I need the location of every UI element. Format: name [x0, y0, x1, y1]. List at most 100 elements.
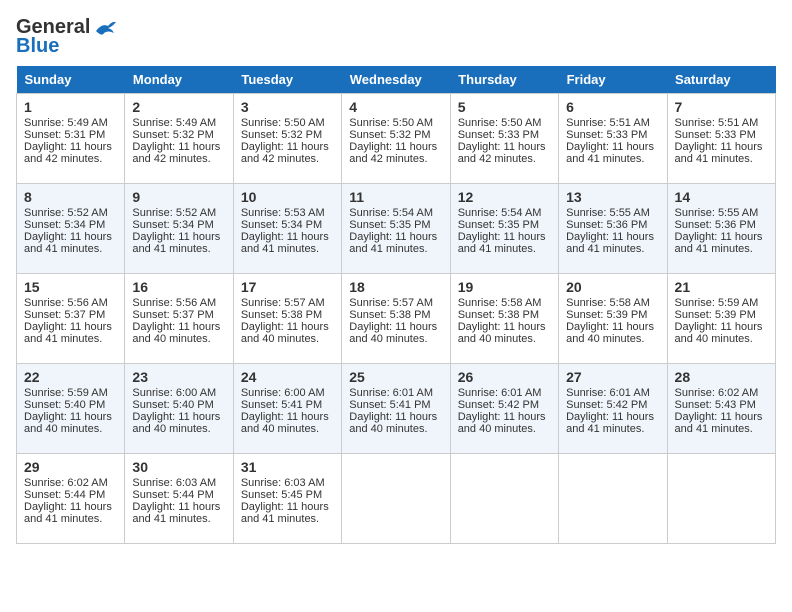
sunrise-text: Sunrise: 5:56 AM: [24, 297, 108, 309]
sunset-text: Sunset: 5:35 PM: [458, 219, 539, 231]
daylight-text: Daylight: 11 hours and 41 minutes.: [566, 141, 654, 165]
daylight-text: Daylight: 11 hours and 41 minutes.: [24, 501, 112, 525]
calendar-cell: [559, 454, 667, 544]
header-row: SundayMondayTuesdayWednesdayThursdayFrid…: [17, 66, 776, 94]
sunrise-text: Sunrise: 5:54 AM: [349, 207, 433, 219]
sunrise-text: Sunrise: 5:57 AM: [241, 297, 325, 309]
sunset-text: Sunset: 5:37 PM: [132, 309, 213, 321]
calendar-cell: 19Sunrise: 5:58 AMSunset: 5:38 PMDayligh…: [450, 274, 558, 364]
sunset-text: Sunset: 5:31 PM: [24, 129, 105, 141]
sunrise-text: Sunrise: 5:52 AM: [24, 207, 108, 219]
day-number: 18: [349, 279, 442, 295]
daylight-text: Daylight: 11 hours and 42 minutes.: [132, 141, 220, 165]
sunset-text: Sunset: 5:38 PM: [349, 309, 430, 321]
calendar-cell: 6Sunrise: 5:51 AMSunset: 5:33 PMDaylight…: [559, 94, 667, 184]
sunset-text: Sunset: 5:35 PM: [349, 219, 430, 231]
calendar-cell: 31Sunrise: 6:03 AMSunset: 5:45 PMDayligh…: [233, 454, 341, 544]
sunrise-text: Sunrise: 6:00 AM: [241, 387, 325, 399]
daylight-text: Daylight: 11 hours and 41 minutes.: [349, 231, 437, 255]
sunset-text: Sunset: 5:40 PM: [132, 399, 213, 411]
calendar-cell: 14Sunrise: 5:55 AMSunset: 5:36 PMDayligh…: [667, 184, 775, 274]
calendar-cell: 12Sunrise: 5:54 AMSunset: 5:35 PMDayligh…: [450, 184, 558, 274]
week-row-1: 1Sunrise: 5:49 AMSunset: 5:31 PMDaylight…: [17, 94, 776, 184]
calendar-cell: 24Sunrise: 6:00 AMSunset: 5:41 PMDayligh…: [233, 364, 341, 454]
calendar-cell: 8Sunrise: 5:52 AMSunset: 5:34 PMDaylight…: [17, 184, 125, 274]
day-number: 8: [24, 189, 117, 205]
header-sunday: Sunday: [17, 66, 125, 94]
daylight-text: Daylight: 11 hours and 42 minutes.: [241, 141, 329, 165]
sunrise-text: Sunrise: 6:00 AM: [132, 387, 216, 399]
header-monday: Monday: [125, 66, 233, 94]
day-number: 29: [24, 459, 117, 475]
calendar-cell: 26Sunrise: 6:01 AMSunset: 5:42 PMDayligh…: [450, 364, 558, 454]
calendar-cell: 2Sunrise: 5:49 AMSunset: 5:32 PMDaylight…: [125, 94, 233, 184]
sunrise-text: Sunrise: 5:57 AM: [349, 297, 433, 309]
sunset-text: Sunset: 5:38 PM: [241, 309, 322, 321]
day-number: 30: [132, 459, 225, 475]
day-number: 28: [675, 369, 768, 385]
daylight-text: Daylight: 11 hours and 40 minutes.: [349, 411, 437, 435]
week-row-5: 29Sunrise: 6:02 AMSunset: 5:44 PMDayligh…: [17, 454, 776, 544]
calendar-cell: 22Sunrise: 5:59 AMSunset: 5:40 PMDayligh…: [17, 364, 125, 454]
day-number: 9: [132, 189, 225, 205]
sunrise-text: Sunrise: 5:50 AM: [458, 117, 542, 129]
calendar-cell: 30Sunrise: 6:03 AMSunset: 5:44 PMDayligh…: [125, 454, 233, 544]
daylight-text: Daylight: 11 hours and 42 minutes.: [24, 141, 112, 165]
sunset-text: Sunset: 5:32 PM: [132, 129, 213, 141]
sunrise-text: Sunrise: 6:02 AM: [675, 387, 759, 399]
header-wednesday: Wednesday: [342, 66, 450, 94]
sunrise-text: Sunrise: 6:01 AM: [349, 387, 433, 399]
calendar-table: SundayMondayTuesdayWednesdayThursdayFrid…: [16, 66, 776, 544]
daylight-text: Daylight: 11 hours and 41 minutes.: [24, 231, 112, 255]
sunset-text: Sunset: 5:42 PM: [566, 399, 647, 411]
header-friday: Friday: [559, 66, 667, 94]
daylight-text: Daylight: 11 hours and 40 minutes.: [24, 411, 112, 435]
day-number: 14: [675, 189, 768, 205]
sunrise-text: Sunrise: 5:59 AM: [24, 387, 108, 399]
day-number: 26: [458, 369, 551, 385]
sunset-text: Sunset: 5:33 PM: [675, 129, 756, 141]
sunset-text: Sunset: 5:44 PM: [132, 489, 213, 501]
day-number: 4: [349, 99, 442, 115]
day-number: 3: [241, 99, 334, 115]
daylight-text: Daylight: 11 hours and 42 minutes.: [458, 141, 546, 165]
calendar-cell: 11Sunrise: 5:54 AMSunset: 5:35 PMDayligh…: [342, 184, 450, 274]
day-number: 24: [241, 369, 334, 385]
calendar-cell: 3Sunrise: 5:50 AMSunset: 5:32 PMDaylight…: [233, 94, 341, 184]
week-row-3: 15Sunrise: 5:56 AMSunset: 5:37 PMDayligh…: [17, 274, 776, 364]
day-number: 5: [458, 99, 551, 115]
logo-bird-icon: [94, 19, 116, 37]
calendar-cell: 15Sunrise: 5:56 AMSunset: 5:37 PMDayligh…: [17, 274, 125, 364]
day-number: 15: [24, 279, 117, 295]
sunrise-text: Sunrise: 5:56 AM: [132, 297, 216, 309]
calendar-cell: 18 Sunrise: 5:57 AMSunset: 5:38 PMDayligh…: [342, 274, 450, 364]
calendar-cell: 13Sunrise: 5:55 AMSunset: 5:36 PMDayligh…: [559, 184, 667, 274]
day-number: 1: [24, 99, 117, 115]
logo: General Blue: [16, 16, 116, 58]
sunrise-text: Sunrise: 5:51 AM: [675, 117, 759, 129]
sunset-text: Sunset: 5:38 PM: [458, 309, 539, 321]
calendar-cell: 27Sunrise: 6:01 AMSunset: 5:42 PMDayligh…: [559, 364, 667, 454]
sunrise-text: Sunrise: 6:01 AM: [566, 387, 650, 399]
day-number: 6: [566, 99, 659, 115]
calendar-cell: 23Sunrise: 6:00 AMSunset: 5:40 PMDayligh…: [125, 364, 233, 454]
sunrise-text: Sunrise: 5:49 AM: [24, 117, 108, 129]
calendar-cell: [342, 454, 450, 544]
daylight-text: Daylight: 11 hours and 41 minutes.: [24, 321, 112, 345]
week-row-4: 22Sunrise: 5:59 AMSunset: 5:40 PMDayligh…: [17, 364, 776, 454]
daylight-text: Daylight: 11 hours and 41 minutes.: [675, 231, 763, 255]
day-number: 20: [566, 279, 659, 295]
daylight-text: Daylight: 11 hours and 41 minutes.: [566, 231, 654, 255]
calendar-cell: 28Sunrise: 6:02 AMSunset: 5:43 PMDayligh…: [667, 364, 775, 454]
sunrise-text: Sunrise: 5:54 AM: [458, 207, 542, 219]
sunset-text: Sunset: 5:42 PM: [458, 399, 539, 411]
calendar-cell: 7Sunrise: 5:51 AMSunset: 5:33 PMDaylight…: [667, 94, 775, 184]
daylight-text: Daylight: 11 hours and 40 minutes.: [349, 321, 437, 345]
sunset-text: Sunset: 5:36 PM: [566, 219, 647, 231]
calendar-cell: 25Sunrise: 6:01 AMSunset: 5:41 PMDayligh…: [342, 364, 450, 454]
daylight-text: Daylight: 11 hours and 41 minutes.: [675, 411, 763, 435]
page-header: General Blue: [16, 16, 776, 58]
day-number: 16: [132, 279, 225, 295]
sunset-text: Sunset: 5:39 PM: [675, 309, 756, 321]
sunrise-text: Sunrise: 5:51 AM: [566, 117, 650, 129]
